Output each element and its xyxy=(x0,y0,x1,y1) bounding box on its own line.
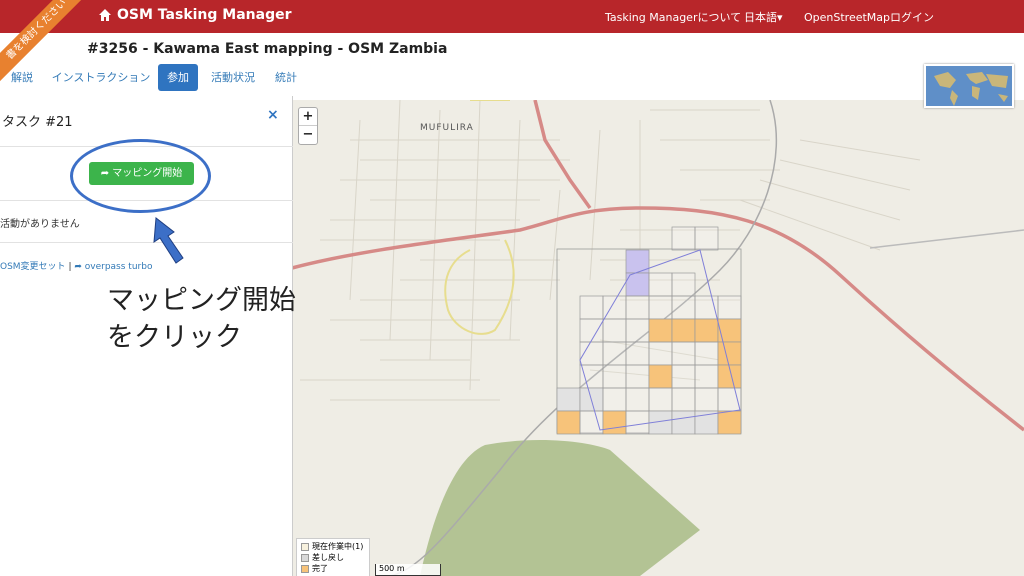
tasking-manager-window: 書を検討ください OSM Tasking Manager Tasking Man… xyxy=(0,0,1024,576)
overpass-link[interactable]: ➦ overpass turbo xyxy=(74,262,152,272)
minimap[interactable] xyxy=(924,64,1014,108)
task-cell[interactable] xyxy=(671,387,696,412)
task-cell[interactable] xyxy=(602,341,627,366)
world-map-icon xyxy=(934,72,1008,106)
tab-description[interactable]: 解説 xyxy=(2,64,42,91)
task-cell[interactable] xyxy=(671,341,696,366)
task-cell[interactable] xyxy=(602,410,627,435)
callout-line-1: マッピング開始 xyxy=(107,285,296,316)
brand-link[interactable]: OSM Tasking Manager xyxy=(98,7,292,23)
task-cell[interactable] xyxy=(694,318,719,343)
task-cell[interactable] xyxy=(579,318,604,343)
task-cell[interactable] xyxy=(579,295,604,320)
task-cell[interactable] xyxy=(625,410,650,435)
task-cell[interactable] xyxy=(717,341,742,366)
legend-label: 差し戻し xyxy=(312,553,344,562)
task-cell[interactable] xyxy=(671,410,696,435)
place-label: MUFULIRA xyxy=(420,123,474,133)
task-cell[interactable] xyxy=(717,295,742,320)
nav-login[interactable]: OpenStreetMapログイン xyxy=(804,9,934,25)
task-cell[interactable] xyxy=(556,387,581,412)
task-cell[interactable] xyxy=(671,272,696,297)
legend-swatch xyxy=(301,564,309,573)
task-cell[interactable] xyxy=(556,410,581,435)
nav-about[interactable]: Tasking Managerについて xyxy=(605,9,741,25)
task-cell[interactable] xyxy=(602,387,627,412)
task-cell[interactable] xyxy=(717,318,742,343)
tab-instructions[interactable]: インストラクション xyxy=(50,64,152,91)
task-cell[interactable] xyxy=(625,295,650,320)
top-navbar: 書を検討ください OSM Tasking Manager Tasking Man… xyxy=(0,0,1024,91)
task-links: OSM変更セット | ➦ overpass turbo xyxy=(0,259,152,272)
task-cell[interactable] xyxy=(625,318,650,343)
task-cell[interactable] xyxy=(625,387,650,412)
tab-contribute[interactable]: 参加 xyxy=(158,64,198,91)
nav-language[interactable]: 日本語▾ xyxy=(744,9,783,25)
task-cell[interactable] xyxy=(671,318,696,343)
zoom-control: + − xyxy=(298,107,318,145)
annotation-callout: マッピング開始 をクリック xyxy=(107,282,296,356)
callout-line-2: をクリック xyxy=(107,322,242,353)
project-title: #3256 - Kawama East mapping - OSM Zambia xyxy=(87,41,448,57)
home-icon xyxy=(99,9,111,21)
task-cell[interactable] xyxy=(648,295,673,320)
brand-label: OSM Tasking Manager xyxy=(117,7,292,23)
task-cell[interactable] xyxy=(671,364,696,389)
legend-item: 完了 xyxy=(301,563,365,574)
task-cell[interactable] xyxy=(694,387,719,412)
legend-item: 差し戻し xyxy=(301,552,365,563)
tab-stats[interactable]: 統計 xyxy=(267,64,305,91)
divider xyxy=(0,242,293,243)
task-cell[interactable] xyxy=(602,364,627,389)
zoom-out-button[interactable]: − xyxy=(299,126,317,144)
task-cell[interactable] xyxy=(602,318,627,343)
legend-item: 現在作業中(1) xyxy=(301,541,365,552)
task-cell[interactable] xyxy=(648,341,673,366)
osm-changeset-link[interactable]: OSM変更セット xyxy=(0,262,66,272)
secondary-road xyxy=(444,100,515,335)
task-cell[interactable] xyxy=(625,364,650,389)
task-grid[interactable] xyxy=(556,226,742,435)
tab-activity[interactable]: 活動状況 xyxy=(205,64,261,91)
task-cell[interactable] xyxy=(648,318,673,343)
legend-label: 完了 xyxy=(312,564,328,573)
scale-bar: 500 m xyxy=(375,564,441,576)
task-cell[interactable] xyxy=(579,410,604,435)
task-cell[interactable] xyxy=(671,295,696,320)
task-cell[interactable] xyxy=(648,364,673,389)
task-cell[interactable] xyxy=(694,341,719,366)
legend-swatch xyxy=(301,542,309,551)
legend-swatch xyxy=(301,553,309,562)
primary-road-north xyxy=(533,100,592,210)
close-icon[interactable]: × xyxy=(267,107,279,123)
task-cell[interactable] xyxy=(694,364,719,389)
zoom-in-button[interactable]: + xyxy=(299,108,317,126)
task-cell[interactable] xyxy=(579,364,604,389)
park-area xyxy=(420,440,700,576)
activity-text: 活動がありません xyxy=(0,219,80,230)
minor-road xyxy=(869,229,1024,249)
task-cell[interactable] xyxy=(671,226,696,251)
map-legend: 現在作業中(1) 差し戻し 完了 xyxy=(296,538,370,576)
task-cell[interactable] xyxy=(648,387,673,412)
task-cell[interactable] xyxy=(717,410,742,435)
legend-label: 現在作業中(1) xyxy=(312,542,364,551)
highlight-ellipse xyxy=(70,139,211,213)
task-title: タスク #21 xyxy=(2,115,73,130)
task-cell[interactable] xyxy=(694,226,719,251)
task-cell[interactable] xyxy=(648,272,673,297)
link-separator: | xyxy=(68,262,72,272)
task-cell[interactable] xyxy=(625,341,650,366)
